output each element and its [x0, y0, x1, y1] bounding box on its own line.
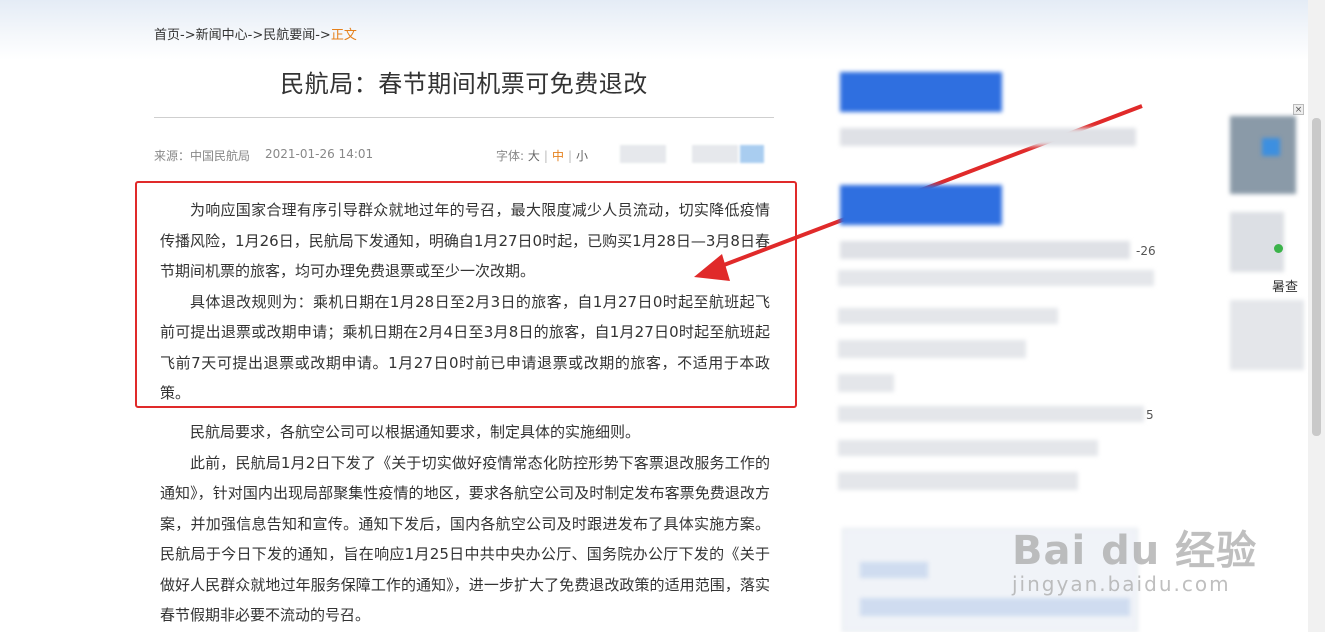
ad-close-icon[interactable]: ×	[1293, 104, 1304, 115]
share-icons-blurred[interactable]	[620, 145, 666, 163]
sidebar-link-blurred[interactable]	[838, 406, 1144, 422]
share-icon-blurred[interactable]	[740, 145, 764, 163]
sidebar-banner-blurred[interactable]	[840, 185, 1002, 225]
article-source: 来源：中国民航局	[154, 149, 251, 163]
sidebar-link-blurred[interactable]	[840, 241, 1130, 259]
sidebar-link-blurred[interactable]	[838, 472, 1078, 490]
breadcrumb-separator: ->	[315, 28, 331, 43]
baidu-jingyan-watermark: Bai du 经验 jingyan.baidu.com	[1012, 518, 1258, 608]
vertical-scrollbar[interactable]	[1308, 0, 1325, 632]
divider: |	[543, 149, 548, 163]
share-icons-blurred[interactable]	[692, 145, 738, 163]
breadcrumb-current: 正文	[330, 28, 357, 43]
sidebar-digit-partial: 5	[1146, 408, 1154, 422]
ad-image-blurred	[1262, 138, 1280, 156]
highlight-box	[135, 181, 797, 408]
article-date: 2021-01-26 14:01	[265, 147, 374, 161]
breadcrumb-separator: ->	[180, 28, 196, 43]
ad-status-icon	[1274, 244, 1283, 253]
ad-text-partial: 暑查	[1272, 280, 1299, 295]
sidebar-banner-blurred[interactable]	[840, 72, 1002, 112]
breadcrumb-separator: ->	[247, 28, 264, 43]
ad-qrcode-blurred[interactable]	[1230, 212, 1284, 272]
font-size-medium[interactable]: 中	[552, 149, 564, 163]
font-size-large[interactable]: 大	[528, 149, 540, 163]
scrollbar-thumb[interactable]	[1312, 118, 1321, 436]
sidebar-link-blurred[interactable]	[838, 340, 1026, 358]
breadcrumb: 首页->新闻中心->民航要闻->正文	[154, 24, 357, 43]
sidebar-link-blurred[interactable]	[838, 440, 1098, 456]
article-paragraph: 民航局要求，各航空公司可以根据通知要求，制定具体的实施细则。	[190, 423, 641, 441]
font-size-control: 字体: 大 | 中 | 小	[496, 147, 588, 164]
sidebar-date-partial: -26	[1136, 244, 1156, 258]
title-divider	[154, 117, 774, 118]
divider: |	[567, 149, 572, 163]
breadcrumb-home[interactable]: 首页	[154, 28, 180, 43]
sidebar-link-blurred[interactable]	[838, 374, 894, 392]
breadcrumb-caac-news[interactable]: 民航要闻	[263, 28, 315, 43]
article-title: 民航局：春节期间机票可免费退改	[280, 70, 648, 98]
article-meta: 来源：中国民航局 2021-01-26 14:01 字体: 大 | 中 | 小	[154, 145, 774, 165]
sidebar-link-blurred[interactable]	[840, 128, 1136, 146]
sidebar-link-blurred[interactable]	[838, 270, 1154, 286]
watermark-main-text: Bai du 经验	[1012, 528, 1258, 574]
breadcrumb-news-center[interactable]: 新闻中心	[196, 28, 248, 43]
sidebar-link-blurred[interactable]	[838, 308, 1058, 324]
font-size-label: 字体:	[496, 149, 525, 163]
article-paragraph: 此前，民航局1月2日下发了《关于切实做好疫情常态化防控形势下客票退改服务工作的通…	[160, 453, 770, 625]
sidebar-panel-item-blurred[interactable]	[860, 562, 928, 578]
article-body-continued: 民航局要求，各航空公司可以根据通知要求，制定具体的实施细则。 此前，民航局1月2…	[160, 417, 770, 631]
watermark-sub-text: jingyan.baidu.com	[1012, 572, 1231, 596]
font-size-small[interactable]: 小	[576, 149, 588, 163]
ad-content-blurred	[1230, 300, 1304, 370]
